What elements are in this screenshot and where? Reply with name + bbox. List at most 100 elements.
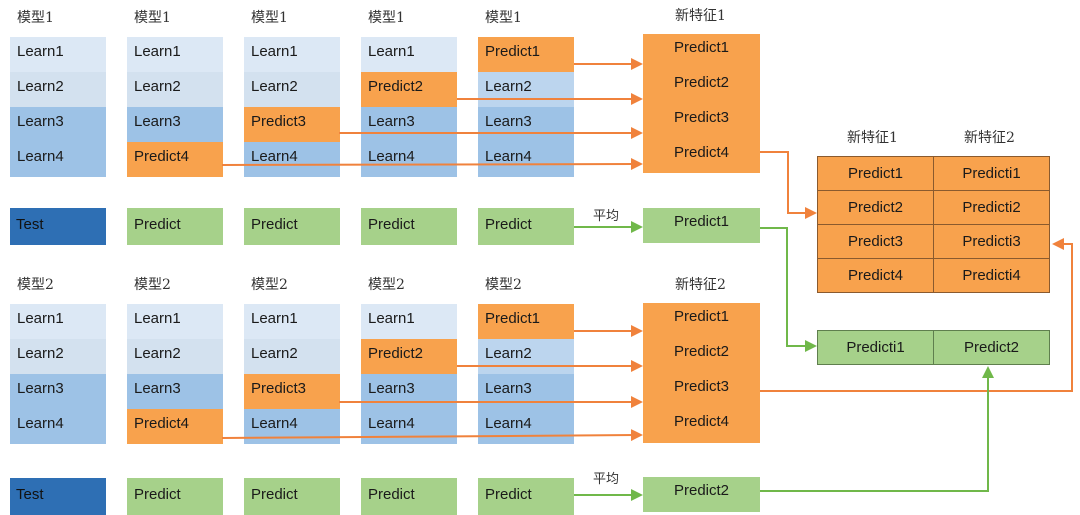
new-feature-cell: Predict2 (673, 74, 730, 91)
average-label: 平均 (593, 472, 620, 487)
test-predict-box: Predict (478, 208, 574, 245)
learn-cell: Learn2 (244, 339, 340, 374)
fold-header: 模型1 (17, 10, 54, 26)
new-feature-cell: Predict1 (673, 39, 730, 56)
learn-cell: Learn1 (361, 37, 457, 72)
learn-cell: Learn2 (478, 72, 574, 107)
learn-cell: Learn1 (127, 304, 223, 339)
test-predict-box: Predict (244, 478, 340, 515)
learn-cell: Learn3 (127, 107, 223, 142)
learn-cell: Learn4 (10, 409, 106, 444)
test-predict-box: Predict (361, 208, 457, 245)
table-cell: Predict4 (817, 258, 934, 293)
fold-column: Learn1 Learn2 Learn3 Predict4 (127, 37, 223, 177)
fold-column: Learn1 Predict2 Learn3 Learn4 (361, 37, 457, 177)
new-feature-column: Predict1 Predict2 Predict3 Predict4 (643, 34, 760, 173)
table-cell: Predicti2 (933, 190, 1050, 225)
fold-column: Learn1 Learn2 Learn3 Learn4 (10, 304, 106, 444)
new-feature-cell: Predict1 (673, 308, 730, 325)
table-cell: Predicti3 (933, 224, 1050, 259)
learn-cell: Learn4 (478, 142, 574, 177)
learn-cell: Learn2 (10, 339, 106, 374)
test-feature-box: Predict1 (643, 208, 760, 243)
table-cell: Predict3 (817, 224, 934, 259)
learn-cell: Learn1 (10, 304, 106, 339)
test-predict-box: Predict (127, 208, 223, 245)
table-row: Predict4 Predicti4 (817, 258, 1050, 293)
fold-header: 模型2 (368, 277, 405, 293)
table-row: Predict3 Predicti3 (817, 224, 1050, 259)
learn-cell: Learn3 (127, 374, 223, 409)
test-predict-box: Predict (478, 478, 574, 515)
new-feature-header: 新特征2 (675, 277, 726, 293)
learn-cell: Learn2 (244, 72, 340, 107)
new-feature-cell: Predict4 (673, 413, 730, 430)
fold-header: 模型2 (17, 277, 54, 293)
predict-cell: Predict1 (478, 304, 574, 339)
fold-header: 模型2 (485, 277, 522, 293)
fold-header: 模型1 (251, 10, 288, 26)
learn-cell: Learn3 (10, 107, 106, 142)
predict-cell: Predict3 (244, 374, 340, 409)
test-feature-box: Predict2 (643, 477, 760, 512)
learn-cell: Learn3 (10, 374, 106, 409)
learn-cell: Learn2 (127, 339, 223, 374)
learn-cell: Learn1 (10, 37, 106, 72)
table-row: Predicti1 Predict2 (817, 330, 1050, 365)
arrow-test1-to-table (760, 227, 817, 352)
table-cell: Predict2 (817, 190, 934, 225)
predict-cell: Predict2 (361, 72, 457, 107)
test-predict-box: Predict (127, 478, 223, 515)
train-table-header-2: 新特征2 (964, 130, 1015, 146)
learn-cell: Learn4 (10, 142, 106, 177)
learn-cell: Learn1 (127, 37, 223, 72)
table-row: Predict2 Predicti2 (817, 190, 1050, 225)
train-table-header-1: 新特征1 (847, 130, 898, 146)
learn-cell: Learn4 (361, 409, 457, 444)
learn-cell: Learn3 (361, 374, 457, 409)
learn-cell: Learn3 (478, 374, 574, 409)
predict-cell: Predict4 (127, 142, 223, 177)
learn-cell: Learn1 (244, 37, 340, 72)
learn-cell: Learn1 (361, 304, 457, 339)
table-cell: Predicti1 (933, 156, 1050, 191)
fold-header: 模型2 (251, 277, 288, 293)
train-feature-table: Predict1 Predicti1 Predict2 Predicti2 Pr… (817, 156, 1050, 293)
arrow-feature1-to-table (760, 151, 817, 219)
fold-header: 模型2 (134, 277, 171, 293)
table-row: Predict1 Predicti1 (817, 156, 1050, 191)
new-feature-header: 新特征1 (675, 8, 726, 24)
new-feature-cell: Predict3 (673, 109, 730, 126)
test-box: Test (10, 208, 106, 245)
learn-cell: Learn4 (478, 409, 574, 444)
fold-column: Learn1 Learn2 Learn3 Learn4 (10, 37, 106, 177)
average-label: 平均 (593, 209, 620, 224)
fold-column: Predict1 Learn2 Learn3 Learn4 (478, 37, 574, 177)
predict-cell: Predict4 (127, 409, 223, 444)
test-predict-box: Predict (244, 208, 340, 245)
predict-cell: Predict3 (244, 107, 340, 142)
new-feature-cell: Predict2 (673, 343, 730, 360)
learn-cell: Learn2 (127, 72, 223, 107)
learn-cell: Learn3 (361, 107, 457, 142)
new-feature-cell: Predict4 (673, 144, 730, 161)
learn-cell: Learn4 (244, 142, 340, 177)
predict-cell: Predict1 (478, 37, 574, 72)
test-box: Test (10, 478, 106, 515)
learn-cell: Learn4 (361, 142, 457, 177)
test-predict-box: Predict (361, 478, 457, 515)
fold-column: Learn1 Learn2 Predict3 Learn4 (244, 37, 340, 177)
fold-column: Learn1 Predict2 Learn3 Learn4 (361, 304, 457, 444)
table-cell: Predict2 (933, 330, 1050, 365)
learn-cell: Learn2 (478, 339, 574, 374)
new-feature-column: Predict1 Predict2 Predict3 Predict4 (643, 303, 760, 443)
table-cell: Predicti4 (933, 258, 1050, 293)
fold-header: 模型1 (368, 10, 405, 26)
arrow-test2-to-table (760, 366, 994, 492)
fold-header: 模型1 (485, 10, 522, 26)
table-cell: Predicti1 (817, 330, 934, 365)
fold-column: Learn1 Learn2 Learn3 Predict4 (127, 304, 223, 444)
test-feature-table: Predicti1 Predict2 (817, 330, 1050, 365)
learn-cell: Learn2 (10, 72, 106, 107)
learn-cell: Learn3 (478, 107, 574, 142)
